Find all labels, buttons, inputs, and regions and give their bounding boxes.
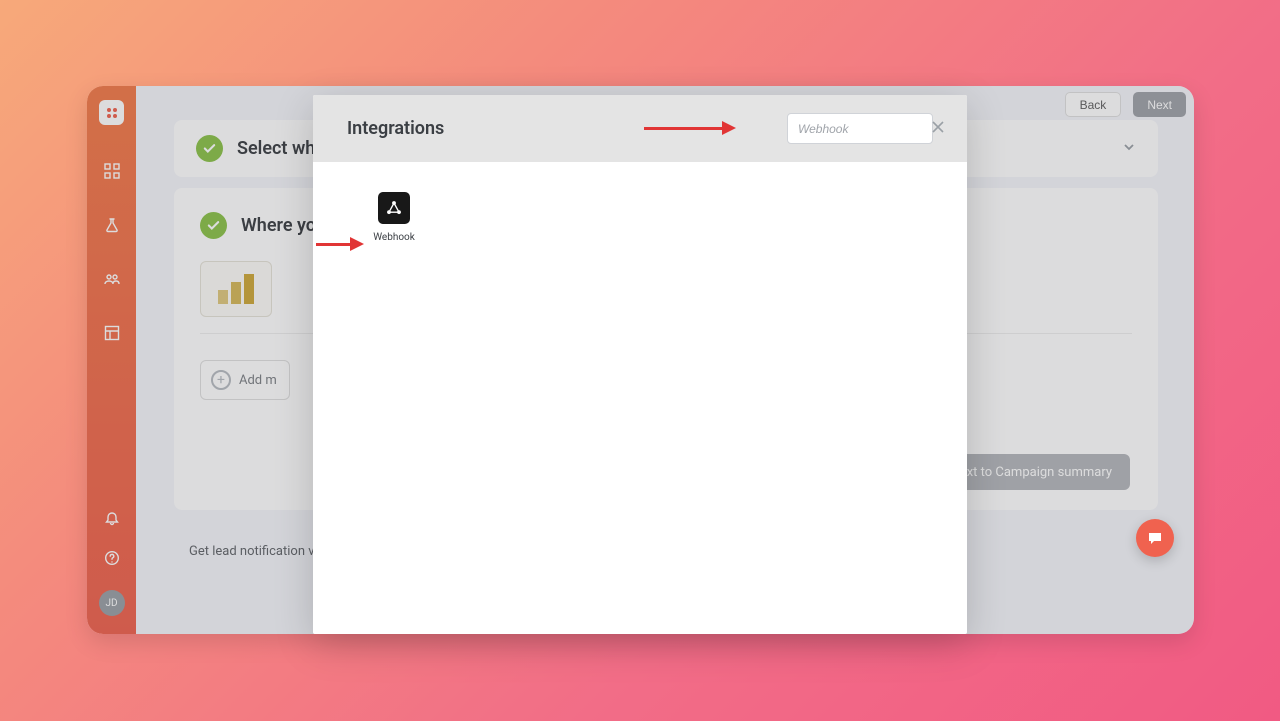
annotation-arrow [316, 237, 364, 251]
integrations-search-input[interactable] [787, 113, 933, 144]
webhook-icon [378, 192, 410, 224]
annotation-arrow [644, 121, 736, 135]
modal-header: Integrations [313, 95, 967, 162]
integration-webhook[interactable]: Webhook [363, 192, 425, 243]
modal-body: Webhook [313, 162, 967, 273]
chat-button[interactable] [1136, 519, 1174, 557]
integrations-modal: Integrations Webhook [313, 95, 967, 634]
integration-label: Webhook [363, 232, 425, 243]
close-icon[interactable] [931, 119, 945, 133]
